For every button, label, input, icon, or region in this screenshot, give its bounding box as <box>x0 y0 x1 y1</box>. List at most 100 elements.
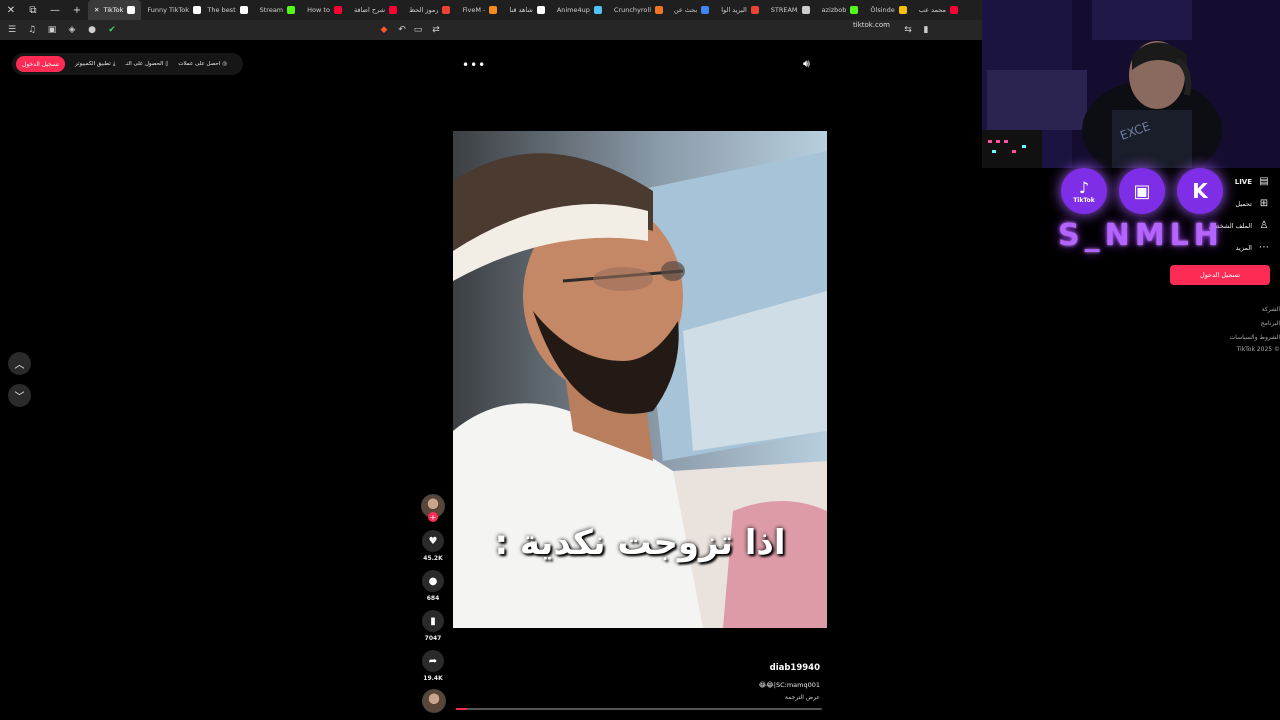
browser-tab[interactable]: How to <box>301 0 348 20</box>
more-options-icon[interactable]: ••• <box>462 58 486 72</box>
login-button[interactable]: تسجيل الدخول <box>1170 265 1270 285</box>
comment-button[interactable]: ● <box>422 570 444 592</box>
music-disc-avatar[interactable] <box>422 689 446 713</box>
follow-plus-icon[interactable]: + <box>428 512 438 522</box>
footer-terms[interactable]: الشروط والسياسات <box>1230 334 1280 341</box>
address-bar-url[interactable]: tiktok.com <box>853 21 890 29</box>
browser-tab[interactable]: Ölsinde <box>864 0 912 20</box>
like-button[interactable]: ♥ <box>422 530 444 552</box>
youtube-icon <box>949 6 958 14</box>
save-button[interactable]: ▮ <box>422 610 444 632</box>
yellow-icon <box>898 6 907 14</box>
browser-tab[interactable]: شاهد قنا <box>503 0 550 20</box>
tiktok-icon <box>127 6 136 14</box>
profile-icon[interactable]: ● <box>84 22 100 38</box>
sidebar-more-label: المزيد <box>1235 243 1252 252</box>
browser-tab[interactable]: البريد الوا <box>715 0 765 20</box>
tab-title: azizbob <box>821 6 847 14</box>
creator-username[interactable]: diab19940 <box>770 663 820 673</box>
browser-tab-bar: ✕ ⧉ — + ✕ TikTok Funny TikTok The best Strea… <box>0 0 982 20</box>
tab-title: The best <box>207 6 236 14</box>
browser-tab[interactable]: محمد عب <box>913 0 964 20</box>
sidebar-item-live[interactable]: LIVE ▤ <box>1235 176 1270 187</box>
browser-tab[interactable]: Crunchyroll <box>608 0 668 20</box>
video-caption: اذا تزوجت نكدية : <box>494 523 786 563</box>
globe-icon <box>593 6 602 14</box>
device-icon[interactable]: ▭ <box>410 22 426 38</box>
fivem-icon <box>489 6 498 14</box>
video-description: 😂😂|SC:mamq001 <box>758 681 820 689</box>
gmail-icon <box>750 6 759 14</box>
live-icon: ▤ <box>1259 176 1269 187</box>
restore-icon[interactable]: ⧉ <box>22 0 44 20</box>
comment-icon: ● <box>428 575 438 587</box>
login-button-small[interactable]: تسجيل الدخول <box>16 56 65 72</box>
browser-tab[interactable]: Stream <box>254 0 302 20</box>
kick-icon: K <box>1192 179 1208 203</box>
get-app-label: الحصول على التـ <box>125 61 164 67</box>
screenshot-icon[interactable]: ▣ <box>44 22 60 38</box>
next-video-button[interactable]: ﹀ <box>8 384 31 407</box>
overlay-tiktok-label: TikTok <box>1073 197 1095 204</box>
volume-icon[interactable]: 🔊︎ <box>803 57 810 71</box>
browser-tab[interactable]: بحث عن <box>668 0 715 20</box>
browser-tab[interactable]: رموز الحظ <box>403 0 456 20</box>
close-tab-icon[interactable]: ✕ <box>94 6 99 14</box>
like-count: 45.2K <box>423 555 443 562</box>
sidebar-item-upload[interactable]: تحميل ⊞ <box>1235 198 1270 209</box>
menu-icon[interactable]: ☰ <box>4 22 20 38</box>
youtube-icon <box>389 6 398 14</box>
share-count: 19.4K <box>423 675 443 682</box>
sidebar-item-more[interactable]: المزيد ⋯ <box>1236 242 1270 253</box>
chevron-up-icon: ︿ <box>14 360 25 371</box>
tab-title: البريد الوا <box>721 6 747 14</box>
twitch-icon: ▣ <box>1133 180 1151 202</box>
brave-icon[interactable]: ◆ <box>376 22 392 38</box>
browser-tab[interactable]: ✕ TikTok <box>88 0 142 20</box>
crunchyroll-icon <box>655 6 664 14</box>
minimize-icon[interactable]: — <box>44 0 66 20</box>
browser-tab[interactable]: azizbob <box>816 0 865 20</box>
browser-tab[interactable]: Anime4up <box>551 0 608 20</box>
pip-icon[interactable]: ⇄ <box>428 22 444 38</box>
browser-tab[interactable]: STREAM <box>765 0 816 20</box>
desktop-app-link[interactable]: تطبيق الكمبيوتر ⤓ <box>75 61 115 68</box>
comment-count: 684 <box>426 595 440 602</box>
browser-tab[interactable]: FiveM - <box>456 0 503 20</box>
video-progress-fill <box>456 708 467 710</box>
tab-title: رموز الحظ <box>409 6 439 14</box>
shield-icon[interactable]: ✔ <box>104 22 120 38</box>
tab-title: Funny TikTok <box>147 6 190 14</box>
see-translation-link[interactable]: عرض الترجمة <box>785 694 820 701</box>
back-icon[interactable]: ↶ <box>394 22 410 38</box>
extension-icon[interactable]: ◈ <box>64 22 80 38</box>
video-actions: + ♥ 45.2K ● 684 ▮ 7047 ➦ 19.4K <box>418 494 448 682</box>
music-icon[interactable]: ♫ <box>24 22 40 38</box>
tab-title: TikTok <box>103 6 124 14</box>
tab-title: Ölsinde <box>870 6 895 14</box>
overlay-tiktok-badge: ♪ TikTok <box>1061 168 1107 214</box>
footer-program[interactable]: البرنامج <box>1261 320 1280 327</box>
tiktok-icon <box>193 6 202 14</box>
download-icon: ⤓ <box>112 60 116 67</box>
webcam-frame: EXCE <box>982 0 1280 168</box>
footer-company[interactable]: الشركة <box>1262 306 1280 313</box>
close-window-icon[interactable]: ✕ <box>0 0 22 20</box>
tab-title: شاهد قنا <box>509 6 533 14</box>
browser-tab[interactable]: شرح اضافة <box>348 0 403 20</box>
previous-video-button[interactable]: ︿ <box>8 352 31 375</box>
bookmark-icon[interactable]: ▮ <box>918 22 934 38</box>
youtube-icon <box>333 6 342 14</box>
tab-title: محمد عب <box>918 6 946 14</box>
get-coins-link[interactable]: احصل على عملات ◎ <box>178 61 227 67</box>
video-player[interactable]: اذا تزوجت نكدية : <box>453 131 827 628</box>
tab-title: How to <box>307 6 330 14</box>
translate-icon[interactable]: ⇆ <box>900 22 916 38</box>
video-progress-bar[interactable] <box>456 708 822 710</box>
browser-tab[interactable]: The best <box>201 0 253 20</box>
new-tab-icon[interactable]: + <box>66 0 88 20</box>
share-button[interactable]: ➦ <box>422 650 444 672</box>
get-app-link[interactable]: الحصول على التـ ▯ <box>125 61 168 67</box>
tiktok-top-bar: تسجيل الدخول تطبيق الكمبيوتر ⤓ الحصول على… <box>12 53 243 75</box>
browser-tab[interactable]: Funny TikTok <box>141 0 202 20</box>
